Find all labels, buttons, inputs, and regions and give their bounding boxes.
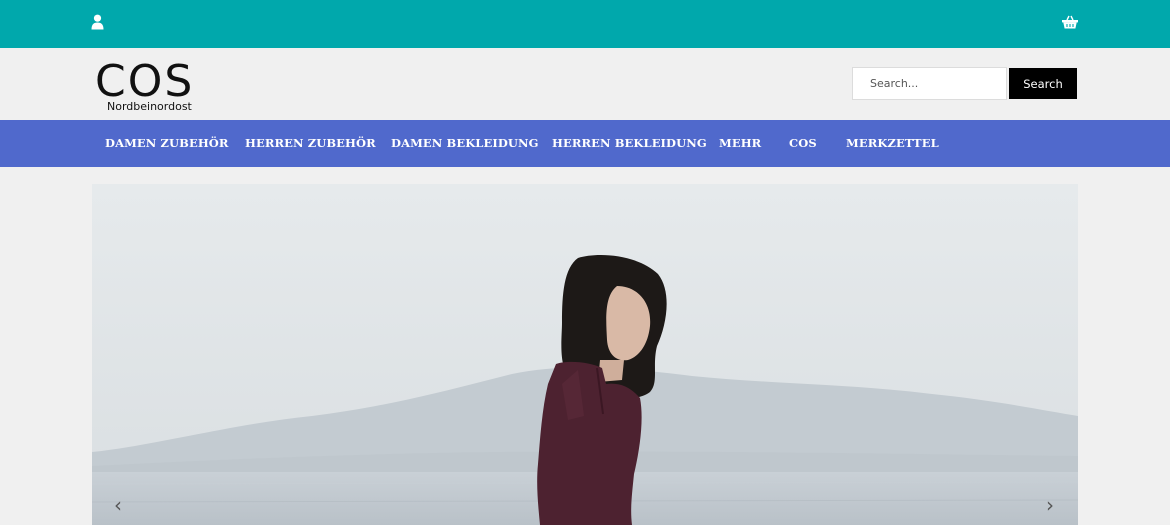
nav-item-herren-bekleidung[interactable]: HERREN BEKLEIDUNG	[552, 120, 707, 167]
nav-item-mehr[interactable]: MEHR	[719, 120, 761, 167]
slider-prev-arrow[interactable]: ‹	[114, 495, 122, 515]
nav-item-damen-zubehoer[interactable]: DAMEN ZUBEHÖR	[105, 120, 229, 167]
site-logo[interactable]: COS Nordbeinordost	[95, 56, 205, 116]
logo-wordmark: COS	[95, 56, 195, 107]
main-nav: DAMEN ZUBEHÖR HERREN ZUBEHÖR DAMEN BEKLE…	[0, 120, 1170, 167]
search-button[interactable]: Search	[1009, 68, 1077, 99]
search-input[interactable]	[852, 67, 1007, 100]
top-bar	[0, 0, 1170, 48]
nav-item-damen-bekleidung[interactable]: DAMEN BEKLEIDUNG	[391, 120, 539, 167]
hero-image	[92, 184, 1078, 525]
nav-item-merkzettel[interactable]: MERKZETTEL	[846, 120, 939, 167]
site-header: COS Nordbeinordost Search	[0, 48, 1170, 120]
nav-item-cos[interactable]: COS	[789, 120, 817, 167]
basket-icon[interactable]	[1062, 15, 1078, 29]
user-icon[interactable]	[91, 14, 104, 30]
slider-next-arrow[interactable]: ›	[1046, 495, 1054, 515]
logo-subtitle: Nordbeinordost	[107, 100, 192, 113]
hero-slider[interactable]: ‹ ›	[92, 184, 1078, 525]
nav-item-herren-zubehoer[interactable]: HERREN ZUBEHÖR	[245, 120, 376, 167]
